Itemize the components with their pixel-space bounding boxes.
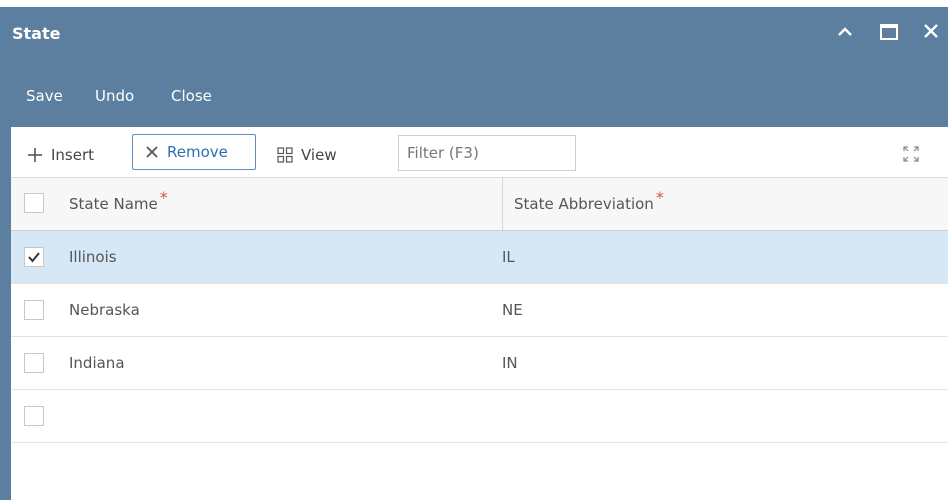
- x-icon: [146, 146, 158, 158]
- plus-icon: [28, 148, 42, 162]
- state-window: State Save Undo Close Insert Remove View…: [0, 7, 948, 500]
- required-marker: *: [159, 188, 168, 207]
- grid-header: State Name * State Abbreviation *: [11, 177, 948, 231]
- state-abbreviation-cell[interactable]: IL: [502, 231, 515, 283]
- state-name-cell[interactable]: Illinois: [69, 231, 117, 283]
- row-checkbox[interactable]: [24, 353, 44, 373]
- select-all-checkbox[interactable]: [24, 193, 44, 213]
- row-checkbox[interactable]: [24, 247, 44, 267]
- collapse-icon[interactable]: [832, 19, 858, 45]
- checkmark-icon: [28, 252, 40, 263]
- close-menu-button[interactable]: Close: [171, 87, 212, 105]
- required-marker: *: [655, 188, 664, 207]
- state-name-cell[interactable]: Indiana: [69, 337, 125, 389]
- row-checkbox[interactable]: [24, 300, 44, 320]
- grid-view-icon: [277, 147, 293, 163]
- undo-menu-button[interactable]: Undo: [95, 87, 134, 105]
- column-header-state-abbreviation[interactable]: State Abbreviation *: [514, 178, 664, 230]
- insert-label: Insert: [51, 146, 95, 164]
- filter-input[interactable]: [398, 135, 576, 171]
- table-row[interactable]: Nebraska NE: [11, 284, 948, 337]
- remove-button[interactable]: Remove: [132, 134, 256, 170]
- save-menu-button[interactable]: Save: [26, 87, 63, 105]
- grid-panel: Insert Remove View State Name* State Abb…: [11, 127, 948, 500]
- title-bar: State: [0, 7, 948, 59]
- maximize-icon[interactable]: [876, 19, 902, 45]
- column-header-state-name[interactable]: State Name *: [69, 178, 168, 230]
- column-divider[interactable]: [502, 178, 503, 230]
- window-title: State: [12, 24, 61, 43]
- insert-button[interactable]: Insert: [27, 143, 94, 167]
- table-row[interactable]: [11, 390, 948, 443]
- close-icon[interactable]: [919, 19, 945, 45]
- state-abbreviation-cell[interactable]: NE: [502, 284, 523, 336]
- state-abbreviation-cell[interactable]: IN: [502, 337, 518, 389]
- row-checkbox[interactable]: [24, 406, 44, 426]
- view-label: View: [301, 146, 337, 164]
- view-button[interactable]: View: [277, 143, 337, 167]
- state-name-cell[interactable]: Nebraska: [69, 284, 140, 336]
- table-row[interactable]: Indiana IN: [11, 337, 948, 390]
- grid-toolbar: Insert Remove View: [11, 127, 948, 177]
- expand-icon[interactable]: [902, 145, 920, 163]
- remove-label: Remove: [167, 143, 228, 161]
- table-row[interactable]: Illinois IL: [11, 231, 948, 284]
